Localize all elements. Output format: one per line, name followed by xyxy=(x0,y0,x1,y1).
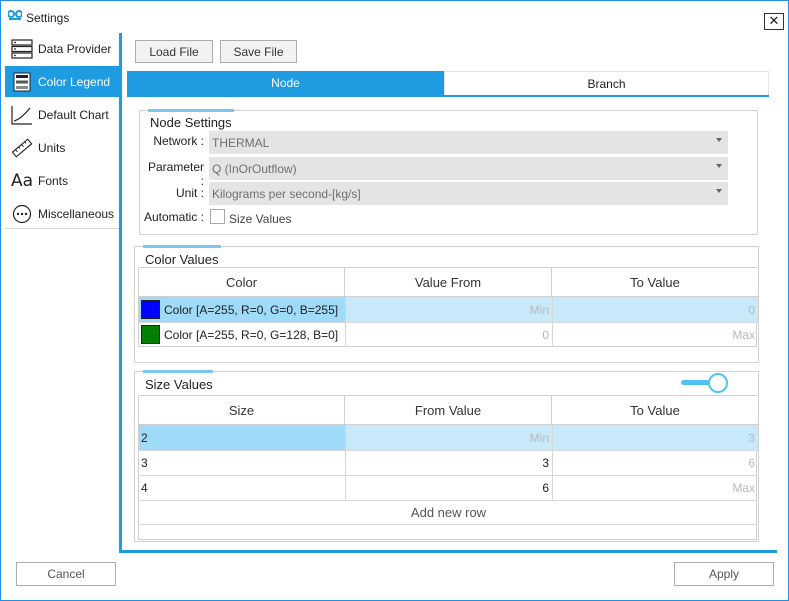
from-value-cell[interactable]: 6 xyxy=(345,475,552,500)
sidebar-item-default-chart[interactable]: Default Chart xyxy=(5,99,119,130)
sidebar-item-units[interactable]: Units xyxy=(5,132,119,163)
to-value-cell[interactable]: 0 xyxy=(552,297,758,322)
sidebar-item-label: Data Provider xyxy=(38,41,112,56)
sidebar-item-color-legend[interactable]: Color Legend xyxy=(5,66,119,97)
grid-line xyxy=(139,450,758,451)
close-icon: ✕ xyxy=(768,13,780,28)
sidebar: Data Provider Color Legend Default Chart… xyxy=(5,33,119,553)
sidebar-item-label: Color Legend xyxy=(38,74,111,89)
color-swatch xyxy=(141,300,160,319)
tab-node[interactable]: Node xyxy=(127,71,444,95)
to-value-cell[interactable]: 6 xyxy=(552,450,758,475)
fonts-icon: Aa xyxy=(10,170,34,191)
size-values-group: Size Values Size From Value To Value 2 M… xyxy=(134,370,759,542)
to-value-cell[interactable]: Max xyxy=(552,475,758,500)
title-bar: Settings ✕ xyxy=(1,1,788,33)
sidebar-item-fonts[interactable]: Aa Fonts xyxy=(5,165,119,196)
network-value: THERMAL xyxy=(212,135,270,150)
color-swatch xyxy=(141,325,160,344)
chevron-down-icon xyxy=(716,164,722,168)
table-row[interactable]: Color [A=255, R=0, G=128, B=0] xyxy=(139,322,345,347)
network-combo[interactable]: THERMAL xyxy=(209,131,728,154)
save-file-button[interactable]: Save File xyxy=(220,40,297,63)
load-file-button[interactable]: Load File xyxy=(135,40,213,63)
network-label: Network : xyxy=(153,134,204,148)
cancel-button[interactable]: Cancel xyxy=(16,562,116,586)
sidebar-item-label: Fonts xyxy=(38,173,69,188)
tab-bar: Node Branch xyxy=(127,71,769,97)
grid-line xyxy=(139,475,758,476)
size-values-checkbox[interactable] xyxy=(210,209,225,224)
app-logo-icon xyxy=(8,10,22,20)
size-cell[interactable]: 4 xyxy=(139,475,345,500)
table-row[interactable]: Color [A=255, R=0, G=0, B=255] xyxy=(139,297,345,322)
automatic-label: Automatic : xyxy=(143,210,204,224)
grid-header-from-value[interactable]: From Value xyxy=(345,396,552,425)
grid-line xyxy=(139,322,758,323)
grid-line xyxy=(139,500,758,501)
settings-window: Settings ✕ Data Provider Color Legend De… xyxy=(0,0,789,601)
unit-label: Unit : xyxy=(175,186,204,200)
group-accent xyxy=(143,245,221,248)
sidebar-item-label: Units xyxy=(38,140,66,155)
grid-header-to-value[interactable]: To Value xyxy=(552,268,758,297)
color-values-grid: Color Value From To Value Color [A=255, … xyxy=(138,267,758,347)
size-values-checkbox-label: Size Values xyxy=(229,212,292,226)
to-value-cell[interactable]: Max xyxy=(552,322,758,347)
group-accent xyxy=(143,370,213,373)
apply-button[interactable]: Apply xyxy=(674,562,774,586)
size-cell[interactable]: 2 xyxy=(139,425,345,450)
grid-header-size[interactable]: Size xyxy=(139,396,345,425)
node-settings-group: Node Settings Network : THERMAL Paramete… xyxy=(139,109,758,235)
color-cell: Color [A=255, R=0, G=128, B=0] xyxy=(164,327,339,342)
sidebar-item-data-provider[interactable]: Data Provider xyxy=(5,33,119,64)
grid-header-value-from[interactable]: Value From xyxy=(345,268,552,297)
value-from-cell[interactable]: Min xyxy=(345,297,552,322)
node-settings-title: Node Settings xyxy=(150,115,232,130)
grid-line xyxy=(139,524,758,525)
unit-value: Kilograms per second-[kg/s] xyxy=(212,186,361,201)
sidebar-item-label: Miscellaneous xyxy=(38,206,115,221)
color-values-group: Color Values Color Value From To Value C… xyxy=(134,245,759,363)
unit-combo[interactable]: Kilograms per second-[kg/s] xyxy=(209,182,728,205)
size-cell[interactable]: 3 xyxy=(139,450,345,475)
size-values-toggle[interactable] xyxy=(681,373,729,395)
value-from-cell[interactable]: 0 xyxy=(345,322,552,347)
size-values-title: Size Values xyxy=(145,377,213,392)
parameter-value: Q (InOrOutflow) xyxy=(212,161,297,176)
grid-header-to-value[interactable]: To Value xyxy=(552,396,758,425)
close-button[interactable]: ✕ xyxy=(764,13,784,30)
add-new-row-button[interactable]: Add new row xyxy=(139,500,758,524)
ruler-icon xyxy=(10,137,34,159)
chevron-down-icon xyxy=(716,189,722,193)
window-title: Settings xyxy=(26,11,70,25)
size-values-grid: Size From Value To Value 2 Min 3 3 3 6 4… xyxy=(138,395,758,540)
chevron-down-icon xyxy=(716,138,722,142)
chart-icon xyxy=(10,104,34,126)
group-accent xyxy=(148,109,234,112)
grid-line xyxy=(552,425,553,500)
color-values-title: Color Values xyxy=(145,252,219,267)
from-value-cell[interactable]: Min xyxy=(345,425,552,450)
color-legend-icon xyxy=(10,71,34,93)
content-panel: Load File Save File Node Branch Node Set… xyxy=(119,33,777,553)
sidebar-item-label: Default Chart xyxy=(38,107,109,122)
color-cell: Color [A=255, R=0, G=0, B=255] xyxy=(164,302,339,317)
parameter-combo[interactable]: Q (InOrOutflow) xyxy=(209,157,728,180)
sidebar-divider xyxy=(5,228,119,229)
parameter-label: Parameter : xyxy=(147,160,204,188)
grid-header-color[interactable]: Color xyxy=(139,268,345,297)
data-provider-icon xyxy=(10,38,34,60)
more-icon xyxy=(10,203,34,225)
grid-line xyxy=(345,425,346,500)
tab-branch[interactable]: Branch xyxy=(444,71,769,95)
from-value-cell[interactable]: 3 xyxy=(345,450,552,475)
to-value-cell[interactable]: 3 xyxy=(552,425,758,450)
sidebar-item-miscellaneous[interactable]: Miscellaneous xyxy=(5,198,119,229)
